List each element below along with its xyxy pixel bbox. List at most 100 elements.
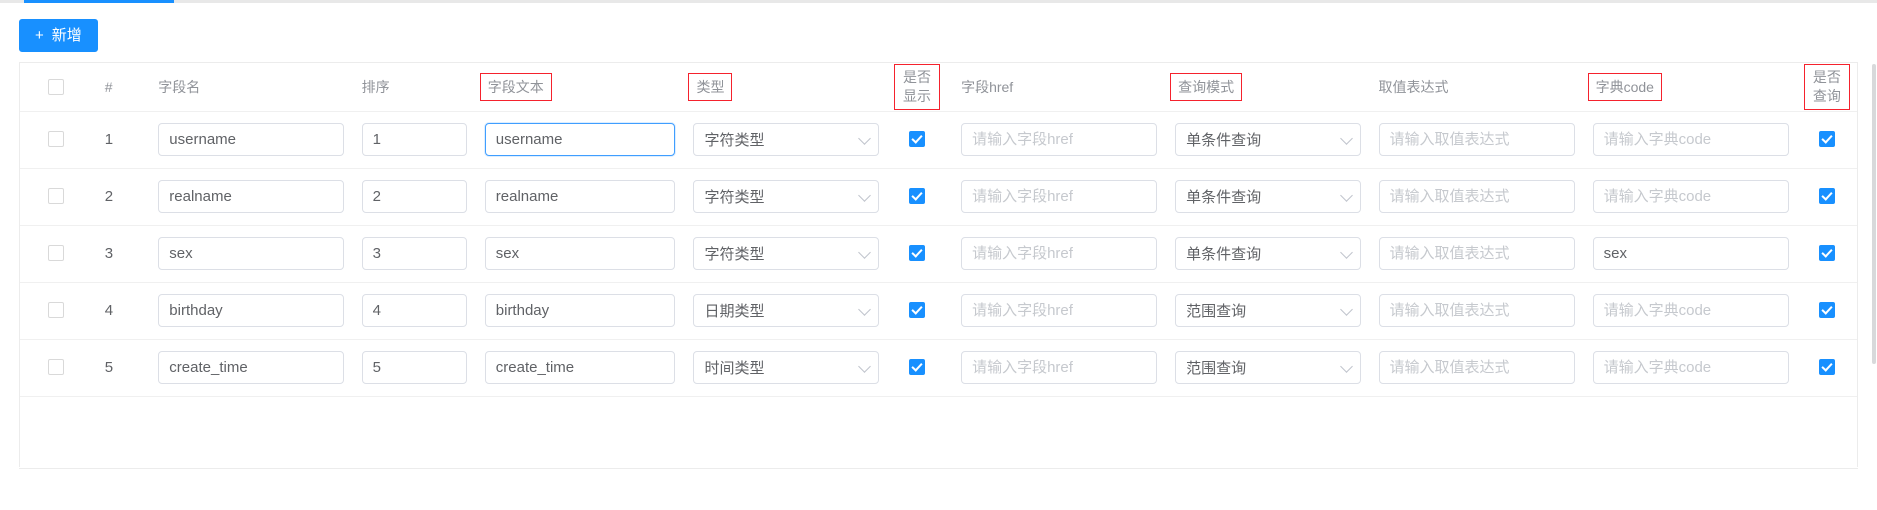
dict-code-input[interactable] [1592, 351, 1789, 384]
order-input[interactable] [361, 294, 467, 327]
type-select[interactable]: 字符类型 [693, 123, 879, 156]
row-queryable-cell[interactable] [1794, 168, 1857, 226]
show-checkbox[interactable] [908, 131, 925, 148]
type-select-value: 字符类型 [704, 246, 765, 263]
select-all-checkbox[interactable] [48, 79, 65, 96]
row-query-mode-cell: 单条件查询 [1163, 168, 1367, 226]
show-checkbox[interactable] [908, 245, 925, 262]
show-checkbox[interactable] [908, 302, 925, 319]
field-name-input[interactable] [158, 294, 344, 327]
row-field-name-cell [146, 225, 350, 283]
row-select-cell[interactable] [20, 282, 93, 340]
query-mode-select[interactable]: 范围查询 [1175, 294, 1361, 327]
queryable-checkbox[interactable] [1818, 359, 1835, 376]
row-select-checkbox[interactable] [48, 188, 65, 205]
tab-bar [0, 0, 1877, 3]
value-expr-input[interactable] [1378, 351, 1575, 384]
row-show-cell[interactable] [884, 168, 950, 226]
field-text-input[interactable] [484, 294, 676, 327]
field-text-input[interactable] [484, 351, 676, 384]
show-checkbox[interactable] [908, 188, 925, 205]
dict-code-input[interactable] [1592, 294, 1789, 327]
row-select-cell[interactable] [20, 339, 93, 397]
row-select-checkbox[interactable] [48, 302, 65, 319]
type-select-value: 时间类型 [704, 360, 765, 377]
chevron-down-icon [1339, 359, 1353, 373]
row-field-name-cell [146, 282, 350, 340]
field-name-input[interactable] [158, 351, 344, 384]
table-row: 2 字符类型 单条件查询 [20, 168, 1857, 226]
header-index: # [92, 63, 147, 112]
show-checkbox[interactable] [908, 359, 925, 376]
header-select-all[interactable] [20, 63, 93, 112]
order-input[interactable] [361, 180, 467, 213]
row-field-text-cell [472, 168, 682, 226]
header-value-expr: 取值表达式 [1366, 63, 1581, 112]
add-button[interactable]: + 新增 [19, 19, 98, 52]
scrollbar-thumb[interactable] [1872, 64, 1876, 364]
field-text-input[interactable] [484, 180, 676, 213]
query-mode-select[interactable]: 范围查询 [1175, 351, 1361, 384]
type-select[interactable]: 字符类型 [693, 180, 879, 213]
value-expr-input[interactable] [1378, 237, 1575, 270]
order-input[interactable] [361, 237, 467, 270]
field-text-input[interactable] [484, 123, 676, 156]
row-query-mode-cell: 单条件查询 [1163, 111, 1367, 169]
row-queryable-cell[interactable] [1794, 225, 1857, 283]
field-text-input[interactable] [484, 237, 676, 270]
value-expr-input[interactable] [1378, 294, 1575, 327]
order-input[interactable] [361, 123, 467, 156]
row-field-text-cell [472, 339, 682, 397]
row-value-expr-cell [1366, 111, 1581, 169]
row-query-mode-cell: 范围查询 [1163, 282, 1367, 340]
vertical-scrollbar[interactable] [1871, 62, 1877, 467]
row-show-cell[interactable] [884, 111, 950, 169]
value-expr-input[interactable] [1378, 180, 1575, 213]
field-name-input[interactable] [158, 123, 344, 156]
row-field-name-cell [146, 168, 350, 226]
field-name-input[interactable] [158, 237, 344, 270]
queryable-checkbox[interactable] [1818, 131, 1835, 148]
row-queryable-cell[interactable] [1794, 282, 1857, 340]
field-href-input[interactable] [961, 123, 1158, 156]
table-row: 4 日期类型 范围查询 [20, 282, 1857, 340]
queryable-checkbox[interactable] [1818, 245, 1835, 262]
row-index: 1 [104, 130, 114, 148]
query-mode-select[interactable]: 单条件查询 [1175, 180, 1361, 213]
dict-code-input[interactable] [1592, 123, 1789, 156]
row-select-checkbox[interactable] [48, 131, 65, 148]
annotation-box-show: 是否显示 [893, 63, 940, 110]
row-select-checkbox[interactable] [48, 359, 65, 376]
queryable-checkbox[interactable] [1818, 302, 1835, 319]
dict-code-input[interactable] [1592, 180, 1789, 213]
dict-code-input[interactable] [1592, 237, 1789, 270]
field-href-input[interactable] [961, 294, 1158, 327]
row-queryable-cell[interactable] [1794, 111, 1857, 169]
order-input[interactable] [361, 351, 467, 384]
row-show-cell[interactable] [884, 225, 950, 283]
row-show-cell[interactable] [884, 282, 950, 340]
type-select[interactable]: 时间类型 [693, 351, 879, 384]
query-mode-select[interactable]: 单条件查询 [1175, 123, 1361, 156]
row-dict-code-cell [1580, 282, 1795, 340]
grid: # 字段名 排序 字段文本 类型 是否显示 字段href 查询模式 取值表达式 … [20, 63, 1857, 397]
row-show-cell[interactable] [884, 339, 950, 397]
row-select-cell[interactable] [20, 168, 93, 226]
queryable-checkbox[interactable] [1818, 188, 1835, 205]
type-select[interactable]: 字符类型 [693, 237, 879, 270]
field-name-input[interactable] [158, 180, 344, 213]
field-href-input[interactable] [961, 237, 1158, 270]
row-select-cell[interactable] [20, 225, 93, 283]
row-order-cell [349, 225, 473, 283]
field-href-input[interactable] [961, 180, 1158, 213]
row-select-cell[interactable] [20, 111, 93, 169]
type-select[interactable]: 日期类型 [693, 294, 879, 327]
value-expr-input[interactable] [1378, 123, 1575, 156]
field-href-input[interactable] [961, 351, 1158, 384]
query-mode-select-value: 单条件查询 [1186, 189, 1262, 206]
row-index: 2 [104, 187, 114, 205]
row-select-checkbox[interactable] [48, 245, 65, 262]
row-queryable-cell[interactable] [1794, 339, 1857, 397]
row-index-cell: 4 [92, 282, 147, 340]
query-mode-select[interactable]: 单条件查询 [1175, 237, 1361, 270]
